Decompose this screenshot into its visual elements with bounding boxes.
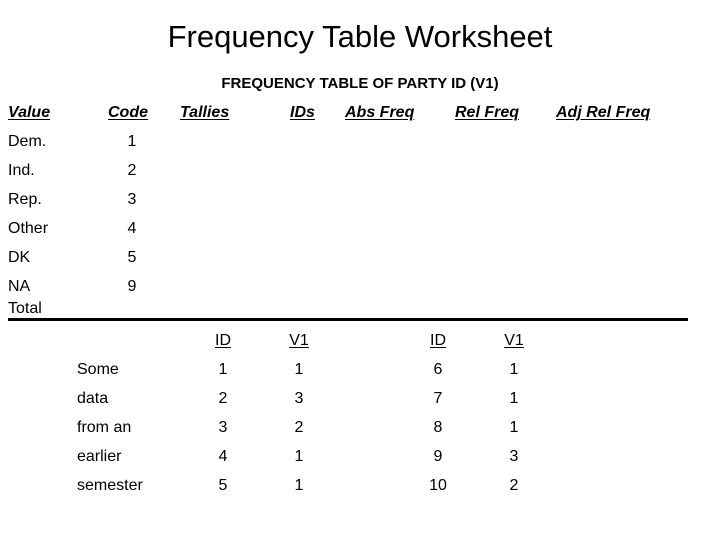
listing-row-v1: 1 bbox=[294, 361, 304, 378]
page-title: Frequency Table Worksheet bbox=[167, 19, 553, 54]
table-row-value: Ind. bbox=[8, 162, 35, 179]
listing-row-id: 5 bbox=[218, 477, 228, 494]
column-header-value: Value bbox=[8, 104, 51, 121]
listing-row-v1: 2 bbox=[294, 419, 304, 436]
table-row-value: NA bbox=[8, 278, 31, 295]
column-header-abs-freq: Abs Freq bbox=[345, 104, 415, 121]
column-header-tallies: Tallies bbox=[180, 104, 230, 121]
column-header-adj-rel-freq: Adj Rel Freq bbox=[556, 104, 651, 121]
listing-header-v1-left: V1 bbox=[289, 332, 309, 349]
table-row-value: DK bbox=[8, 249, 31, 266]
listing-row-v1: 1 bbox=[509, 419, 519, 436]
listing-row-id: 1 bbox=[218, 361, 228, 378]
table-row-code: 9 bbox=[127, 278, 137, 295]
listing-row-id: 10 bbox=[429, 477, 447, 494]
listing-row-id: 9 bbox=[433, 448, 443, 465]
listing-note-line: earlier bbox=[77, 448, 122, 465]
table-row-value: Other bbox=[8, 220, 49, 237]
listing-row-id: 3 bbox=[218, 419, 228, 436]
listing-row-v1: 3 bbox=[294, 390, 304, 407]
listing-row-v1: 2 bbox=[509, 477, 519, 494]
total-divider-rule bbox=[8, 318, 688, 321]
table-row-code: 2 bbox=[127, 162, 137, 179]
table-row-code: 4 bbox=[127, 220, 137, 237]
listing-header-v1-right: V1 bbox=[504, 332, 524, 349]
listing-row-id: 4 bbox=[218, 448, 228, 465]
listing-row-id: 7 bbox=[433, 390, 443, 407]
listing-note-line: from an bbox=[77, 419, 132, 436]
table-row-value: Rep. bbox=[8, 191, 42, 208]
listing-row-id: 2 bbox=[218, 390, 228, 407]
table-row-code: 3 bbox=[127, 191, 137, 208]
listing-note-line: Some bbox=[77, 361, 119, 378]
listing-header-id-left: ID bbox=[215, 332, 231, 349]
total-row-label: Total bbox=[8, 300, 42, 317]
listing-row-v1: 1 bbox=[509, 361, 519, 378]
listing-row-id: 8 bbox=[433, 419, 443, 436]
frequency-table-caption: FREQUENCY TABLE OF PARTY ID (V1) bbox=[221, 75, 499, 92]
table-row-code: 1 bbox=[127, 133, 137, 150]
column-header-ids: IDs bbox=[290, 104, 315, 121]
listing-row-v1: 3 bbox=[509, 448, 519, 465]
listing-row-id: 6 bbox=[433, 361, 443, 378]
table-row-code: 5 bbox=[127, 249, 137, 266]
listing-row-v1: 1 bbox=[294, 477, 304, 494]
listing-note-line: data bbox=[77, 390, 109, 407]
listing-row-v1: 1 bbox=[294, 448, 304, 465]
listing-note-line: semester bbox=[77, 477, 143, 494]
listing-row-v1: 1 bbox=[509, 390, 519, 407]
listing-header-id-right: ID bbox=[430, 332, 446, 349]
table-row-value: Dem. bbox=[8, 133, 47, 150]
column-header-rel-freq: Rel Freq bbox=[455, 104, 520, 121]
column-header-code: Code bbox=[108, 104, 148, 121]
